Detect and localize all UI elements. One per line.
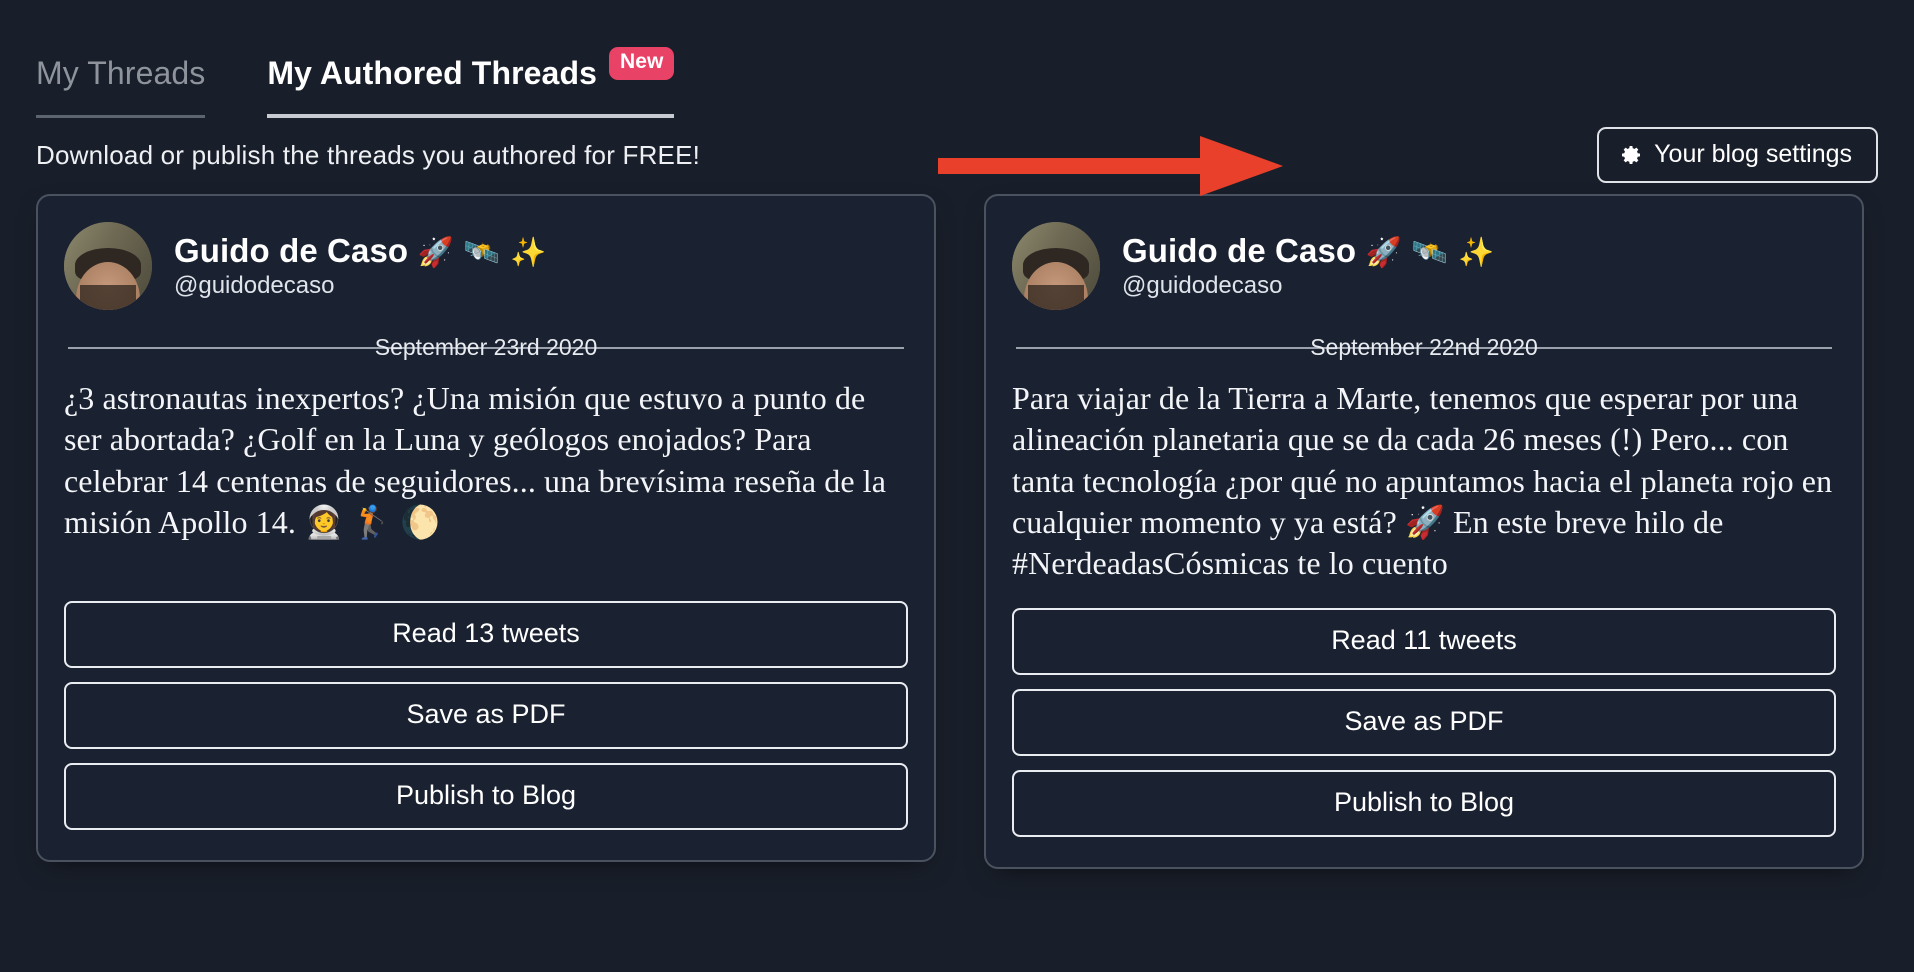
your-blog-settings-label: Your blog settings <box>1654 140 1852 168</box>
thread-card-list: Guido de Caso 🚀 🛰️ ✨ @guidodecaso Septem… <box>36 192 1878 870</box>
thread-card: Guido de Caso 🚀 🛰️ ✨ @guidodecaso Septem… <box>36 194 936 863</box>
thread-actions: Read 11 tweets Save as PDF Publish to Bl… <box>1012 608 1836 838</box>
thread-card: Guido de Caso 🚀 🛰️ ✨ @guidodecaso Septem… <box>984 194 1864 870</box>
author-display-name: Guido de Caso 🚀 🛰️ ✨ <box>1122 232 1494 271</box>
tab-my-authored-threads-label: My Authored Threads <box>267 55 597 91</box>
author-handle: @guidodecaso <box>174 272 335 300</box>
read-tweets-button[interactable]: Read 11 tweets <box>1012 608 1836 676</box>
subheader-row: Download or publish the threads you auth… <box>36 118 1878 192</box>
card-spacer <box>64 543 908 595</box>
author-display-name: Guido de Caso 🚀 🛰️ ✨ <box>174 232 546 271</box>
thread-date-separator: September 22nd 2020 <box>1016 334 1832 360</box>
author-name-text: Guido de Caso <box>1122 231 1357 269</box>
tab-my-threads-label: My Threads <box>36 55 206 91</box>
publish-to-blog-button[interactable]: Publish to Blog <box>64 763 908 831</box>
thread-date: September 22nd 2020 <box>1310 334 1538 360</box>
publish-to-blog-button[interactable]: Publish to Blog <box>1012 770 1836 838</box>
page-subtitle: Download or publish the threads you auth… <box>36 139 701 170</box>
author-name-emojis: 🚀 🛰️ ✨ <box>1365 234 1495 269</box>
gear-icon <box>1619 143 1643 167</box>
author-name-emojis: 🚀 🛰️ ✨ <box>417 234 547 269</box>
tab-bar: My Threads My Authored Threads New <box>36 0 1914 118</box>
tab-my-authored-threads[interactable]: My Authored Threads New <box>267 47 675 118</box>
thread-preview-text: ¿3 astronautas inexpertos? ¿Una misión q… <box>64 380 887 540</box>
thread-date: September 23rd 2020 <box>374 334 598 360</box>
avatar <box>1012 222 1100 310</box>
new-badge: New <box>609 47 675 80</box>
thread-author: Guido de Caso 🚀 🛰️ ✨ @guidodecaso <box>64 222 908 310</box>
your-blog-settings-button[interactable]: Your blog settings <box>1597 127 1878 183</box>
author-name-text: Guido de Caso <box>174 231 409 269</box>
avatar <box>64 222 152 310</box>
tab-my-threads[interactable]: My Threads <box>36 55 206 118</box>
thread-date-separator: September 23rd 2020 <box>68 334 904 360</box>
thread-actions: Read 13 tweets Save as PDF Publish to Bl… <box>64 601 908 831</box>
thread-preview-text: Para viajar de la Tierra a Marte, tenemo… <box>1012 380 1833 582</box>
author-handle: @guidodecaso <box>1122 272 1283 300</box>
app-root: My Threads My Authored Threads New Downl… <box>0 0 1914 972</box>
save-as-pdf-button[interactable]: Save as PDF <box>1012 689 1836 757</box>
card-spacer <box>1012 584 1836 602</box>
save-as-pdf-button[interactable]: Save as PDF <box>64 682 908 750</box>
thread-author: Guido de Caso 🚀 🛰️ ✨ @guidodecaso <box>1012 222 1836 310</box>
read-tweets-button[interactable]: Read 13 tweets <box>64 601 908 669</box>
